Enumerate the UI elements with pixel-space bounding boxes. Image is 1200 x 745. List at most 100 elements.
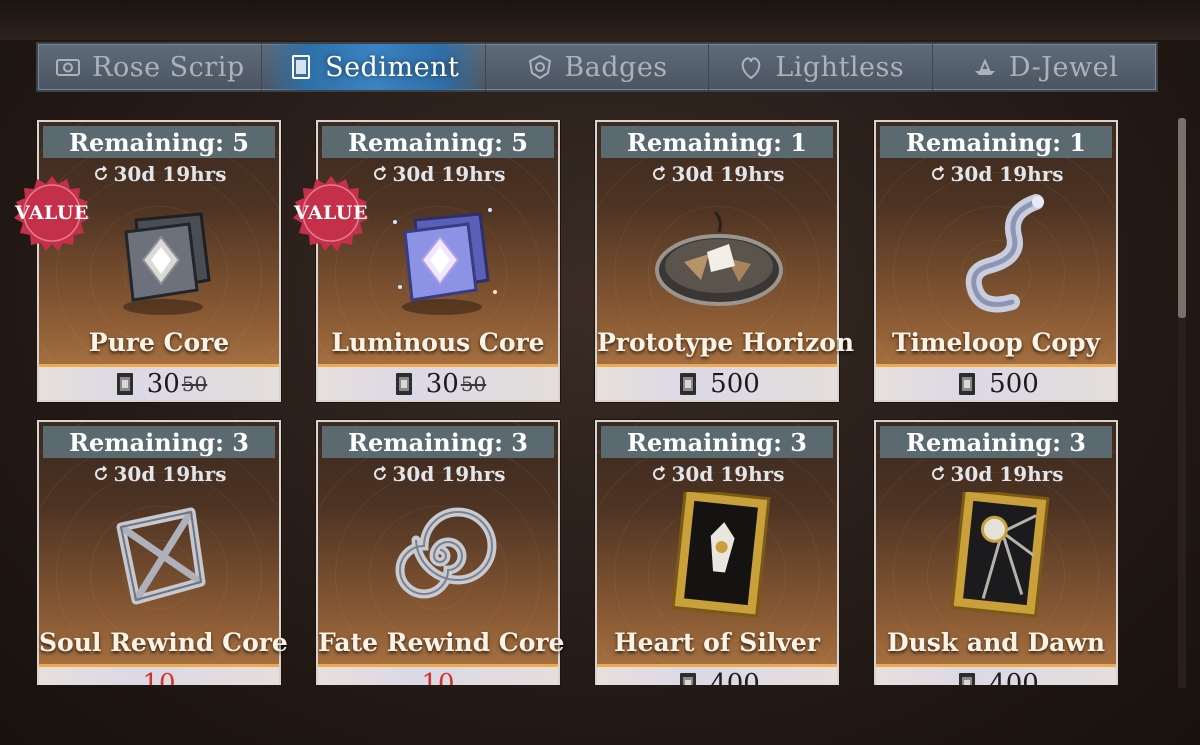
tab-label: Sediment [325,51,460,83]
lightless-icon [742,57,761,80]
background-top [0,0,1200,40]
shop-item-grid: Remaining: 5 30d 19hrs Pure Core 30 50 R… [37,120,1119,685]
luminous-core-icon [393,208,497,315]
scrollbar-thumb[interactable] [1178,118,1186,318]
timer-text: 30d 19hrs [950,162,1064,186]
timer-text: 30d 19hrs [950,462,1064,486]
price-tag[interactable]: 400 [597,664,837,685]
rose-scrip-icon [56,59,81,76]
original-price: 50 [181,371,208,396]
refresh-timer: 30d 19hrs [39,462,279,486]
price-tag[interactable]: 30 50 [39,364,279,400]
item-name: Luminous Core [331,328,545,357]
price-tag[interactable]: 400 [876,664,1116,685]
currency-tab-bar: Rose Scrip Sediment Badges Lightless D-J… [36,42,1158,92]
refresh-timer: 30d 19hrs [876,462,1116,486]
tab-label: Badges [564,51,668,83]
price-value: 500 [989,368,1039,399]
item-name: Timeloop Copy [891,328,1101,357]
timer-text: 30d 19hrs [671,462,785,486]
value-badge-label: VALUE [15,202,89,224]
fate-rewind-core-icon [395,507,497,599]
remaining-count: Remaining: 5 [43,126,275,158]
price-value: 30 [146,368,180,399]
timer-text: 30d 19hrs [113,462,227,486]
refresh-timer: 30d 19hrs [597,462,837,486]
badge-icon [529,54,552,80]
price-value: 400 [710,668,760,686]
item-name: Dusk and Dawn [886,628,1106,657]
sediment-currency-icon [959,672,976,685]
refresh-icon [373,165,386,180]
item-name: Pure Core [88,328,230,357]
tab-lightless[interactable]: Lightless [709,44,934,90]
shop-item-card[interactable]: Remaining: 3 30d 19hrs Soul Rewind Core … [37,420,288,685]
refresh-icon [94,165,107,180]
refresh-timer: 30d 19hrs [876,162,1116,186]
tab-sediment[interactable]: Sediment [261,44,486,90]
refresh-icon [931,165,944,180]
price-tag[interactable]: 500 [597,364,837,400]
shop-item-card[interactable]: Remaining: 5 30d 19hrs Pure Core 30 50 [37,120,281,402]
remaining-count: Remaining: 3 [43,426,275,458]
shop-item-card[interactable]: Remaining: 5 30d 19hrs Luminous Core 30 … [316,120,560,402]
d-jewel-icon [974,58,995,75]
remaining-count: Remaining: 1 [601,126,833,158]
sediment-currency-icon [680,672,697,685]
timer-text: 30d 19hrs [392,162,506,186]
value-badge: VALUE [292,174,370,252]
price-value: 10 [142,668,176,686]
remaining-count: Remaining: 3 [601,426,833,458]
shop-item-card[interactable]: Remaining: 1 30d 19hrs Timeloop Copy 500 [874,120,1118,402]
sediment-icon [292,55,311,79]
tab-label: Lightless [775,51,905,83]
tab-rose-scrip[interactable]: Rose Scrip [38,44,262,90]
remaining-count: Remaining: 3 [322,426,554,458]
value-badge-label: VALUE [294,202,368,224]
item-name: Soul Rewind Core [39,628,288,657]
original-price: 50 [460,371,487,396]
shop-item-card[interactable]: Remaining: 3 30d 19hrs Fate Rewind Core … [316,420,565,685]
shop-item-card[interactable]: Remaining: 3 30d 19hrs Dusk and Dawn 400 [874,420,1118,685]
refresh-icon [94,465,107,480]
remaining-count: Remaining: 1 [880,126,1112,158]
item-name: Heart of Silver [614,628,820,657]
sediment-currency-icon [959,372,976,395]
tab-label: Rose Scrip [92,51,245,83]
sediment-currency-icon [395,372,412,395]
tab-label: D-Jewel [1008,51,1119,83]
refresh-icon [931,465,944,480]
price-tag[interactable]: 500 [876,364,1116,400]
price-value: 30 [425,368,459,399]
shop-item-card[interactable]: Remaining: 3 30d 19hrs Heart of Silver 4… [595,420,839,685]
value-badge: VALUE [13,174,91,252]
timeloop-copy-icon [965,194,1044,313]
price-tag[interactable]: 30 50 [318,364,558,400]
pure-core-icon [123,212,211,315]
item-name: Fate Rewind Core [318,628,565,657]
tab-d-jewel[interactable]: D-Jewel [933,44,1156,90]
refresh-timer: 30d 19hrs [597,162,837,186]
shop-item-card[interactable]: Remaining: 1 30d 19hrs Prototype Horizon… [595,120,855,402]
prototype-horizon-icon [655,210,783,306]
item-name: Prototype Horizon [597,328,855,357]
price-tag[interactable]: 10 [39,664,279,685]
refresh-icon [652,165,665,180]
price-tag[interactable]: 10 [318,664,558,685]
remaining-count: Remaining: 5 [322,126,554,158]
timer-text: 30d 19hrs [671,162,785,186]
timer-text: 30d 19hrs [113,162,227,186]
soul-rewind-core-icon [116,507,206,605]
timer-text: 30d 19hrs [392,462,506,486]
refresh-icon [652,465,665,480]
price-value: 400 [989,668,1039,686]
price-value: 500 [710,368,760,399]
sediment-currency-icon [116,372,133,395]
heart-of-silver-icon [671,492,771,618]
dusk-and-dawn-icon [950,492,1050,618]
tab-badges[interactable]: Badges [486,44,710,90]
price-value: 10 [421,668,455,686]
refresh-icon [373,465,386,480]
sediment-currency-icon [680,372,697,395]
refresh-timer: 30d 19hrs [318,462,558,486]
